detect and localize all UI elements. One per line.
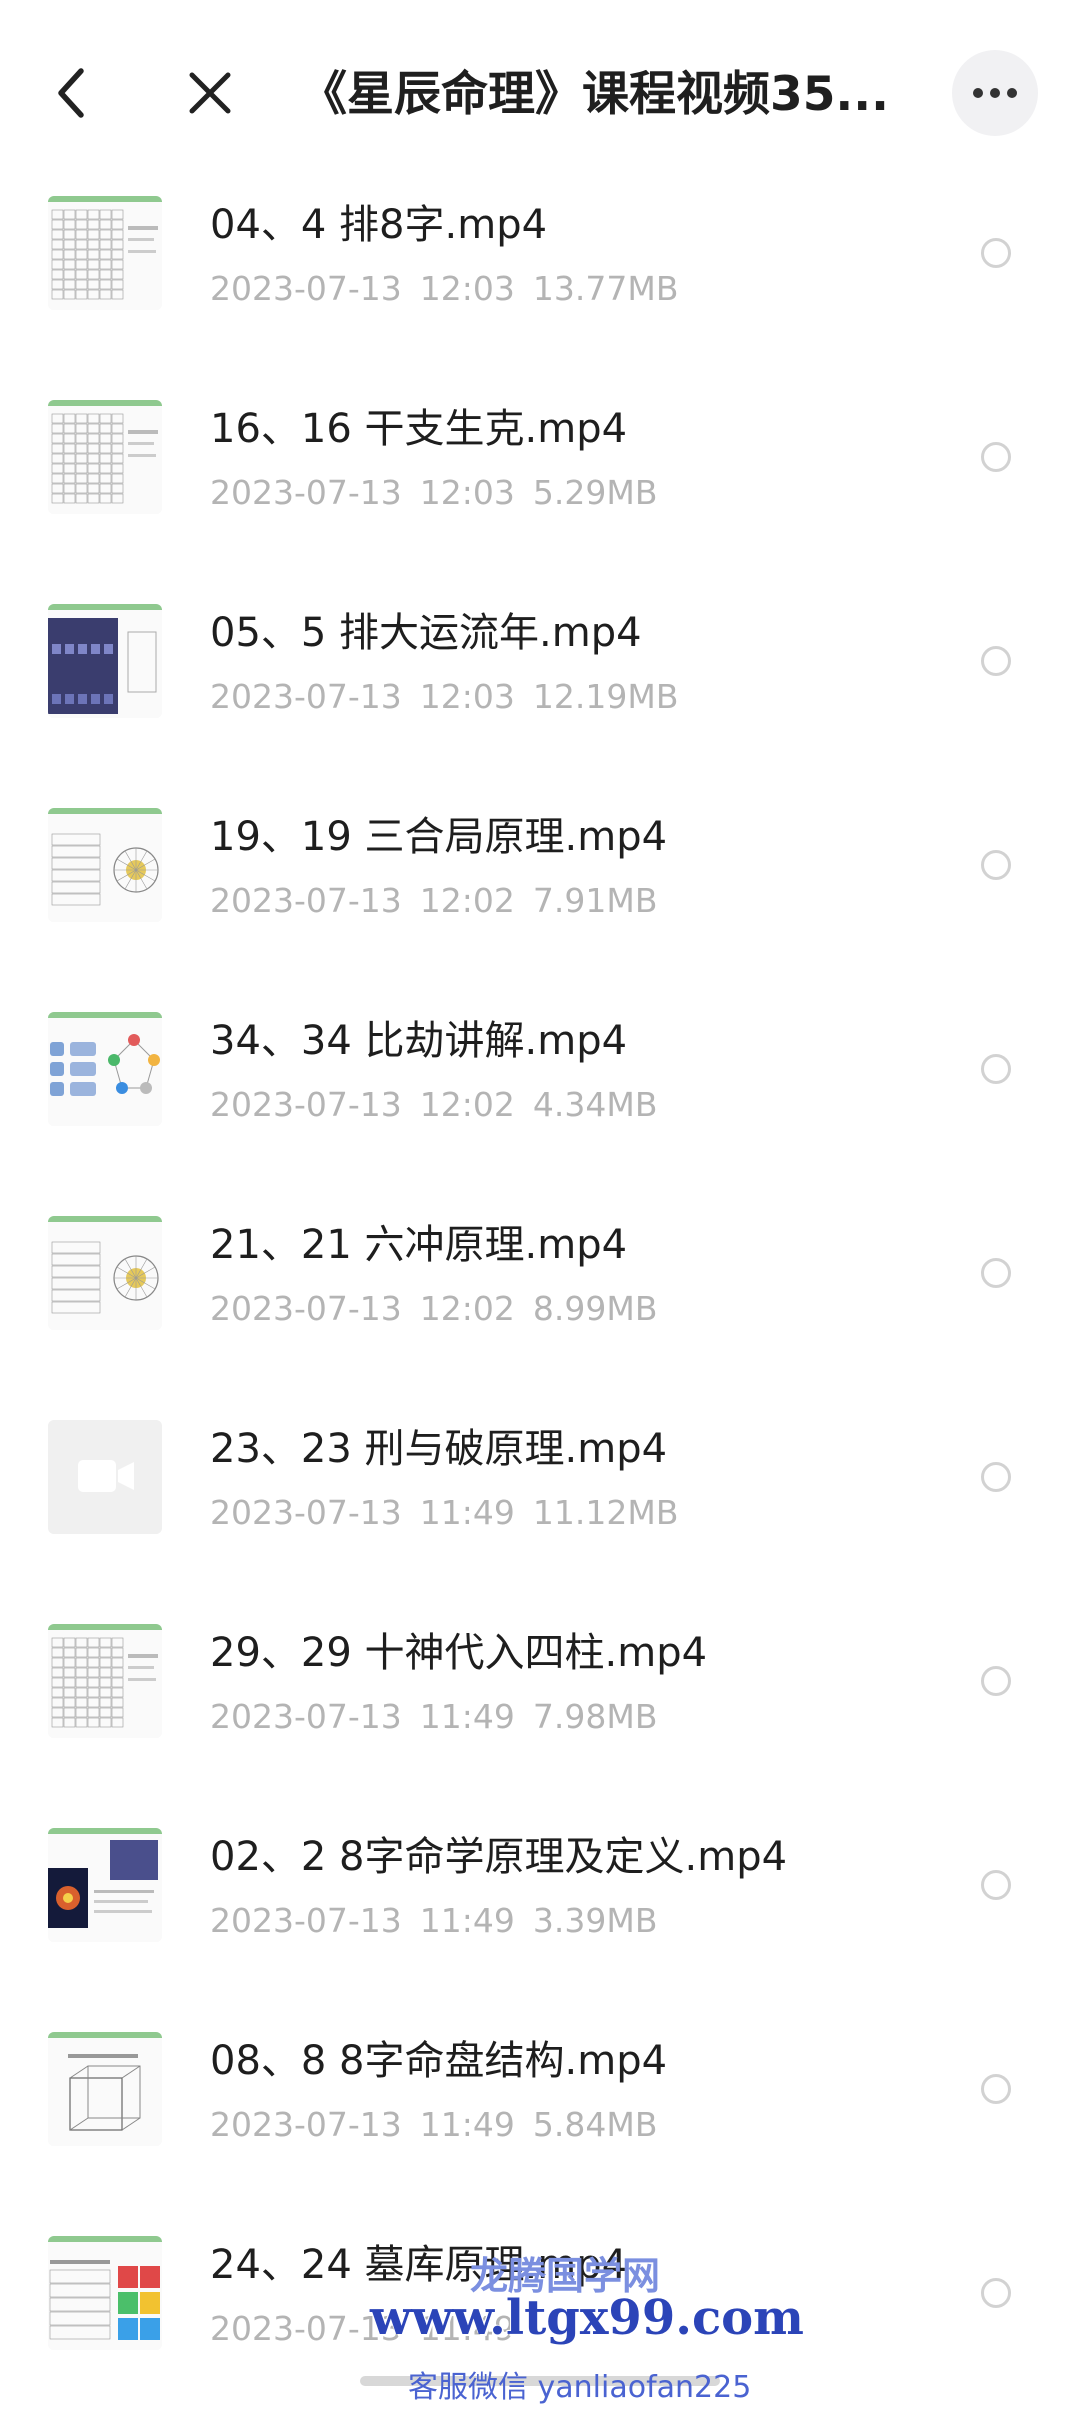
file-thumbnail xyxy=(48,808,162,922)
file-size: 5.84MB xyxy=(532,2105,658,2144)
chevron-left-icon xyxy=(51,65,91,125)
file-time: 11:49 xyxy=(419,2105,515,2144)
file-row[interactable]: 34、34 比劫讲解.mp4 2023-07-13 12:02 4.34MB xyxy=(0,996,1080,1200)
video-placeholder-icon xyxy=(48,1420,162,1534)
file-row[interactable]: 16、16 干支生克.mp4 2023-07-13 12:03 5.29MB xyxy=(0,384,1080,588)
file-name: 04、4 排8字.mp4 xyxy=(210,202,548,248)
select-radio[interactable] xyxy=(981,850,1011,880)
file-time: 12:02 xyxy=(419,1289,515,1328)
file-name: 34、34 比劫讲解.mp4 xyxy=(210,1018,628,1064)
select-radio[interactable] xyxy=(981,1258,1011,1288)
file-size: 8.99MB xyxy=(532,1289,658,1328)
file-size: 7.91MB xyxy=(532,881,658,920)
more-button[interactable] xyxy=(952,50,1038,136)
file-size: 7.98MB xyxy=(532,1697,658,1736)
close-icon xyxy=(187,70,233,120)
file-time: 12:03 xyxy=(419,473,515,512)
file-size: 12.19MB xyxy=(532,677,679,716)
file-row[interactable]: 08、8 8字命盘结构.mp4 2023-07-13 11:49 5.84MB xyxy=(0,2016,1080,2220)
file-meta: 2023-07-13 11:49 5.84MB xyxy=(210,2102,675,2148)
file-row[interactable]: 23、23 刑与破原理.mp4 2023-07-13 11:49 11.12MB xyxy=(0,1404,1080,1608)
file-name: 05、5 排大运流年.mp4 xyxy=(210,610,642,656)
file-time: 11:49 xyxy=(419,1697,515,1736)
top-bar: 《星辰命理》课程视频35... xyxy=(0,0,1080,180)
back-button[interactable] xyxy=(36,50,106,140)
file-date: 2023-07-13 xyxy=(210,1697,402,1736)
watermark-contact: 客服微信 yanliaofan225 xyxy=(408,2370,752,2405)
file-date: 2023-07-13 xyxy=(210,677,402,716)
file-row[interactable]: 04、4 排8字.mp4 2023-07-13 12:03 13.77MB xyxy=(0,180,1080,384)
file-row[interactable]: 19、19 三合局原理.mp4 2023-07-13 12:02 7.91MB xyxy=(0,792,1080,996)
file-meta: 2023-07-13 12:03 5.29MB xyxy=(210,470,675,516)
file-name: 02、2 8字命学原理及定义.mp4 xyxy=(210,1834,788,1880)
file-meta: 2023-07-13 11:49 11.12MB xyxy=(210,1490,696,1536)
file-thumbnail xyxy=(48,400,162,514)
file-date: 2023-07-13 xyxy=(210,881,402,920)
file-name: 19、19 三合局原理.mp4 xyxy=(210,814,668,860)
file-date: 2023-07-13 xyxy=(210,1289,402,1328)
file-row[interactable]: 29、29 十神代入四柱.mp4 2023-07-13 11:49 7.98MB xyxy=(0,1608,1080,1812)
file-thumbnail xyxy=(48,196,162,310)
file-thumbnail xyxy=(48,1012,162,1126)
select-radio[interactable] xyxy=(981,442,1011,472)
file-time: 12:02 xyxy=(419,881,515,920)
file-meta: 2023-07-13 12:03 13.77MB xyxy=(210,266,696,312)
file-meta: 2023-07-13 12:02 7.91MB xyxy=(210,878,675,924)
file-thumbnail xyxy=(48,2236,162,2350)
file-name: 08、8 8字命盘结构.mp4 xyxy=(210,2038,668,2084)
file-size: 5.29MB xyxy=(532,473,658,512)
file-thumbnail xyxy=(48,2032,162,2146)
file-thumbnail xyxy=(48,1828,162,1942)
more-horizontal-icon xyxy=(972,84,1018,103)
file-date: 2023-07-13 xyxy=(210,473,402,512)
select-radio[interactable] xyxy=(981,646,1011,676)
file-date: 2023-07-13 xyxy=(210,1085,402,1124)
file-meta: 2023-07-13 11:49 7.98MB xyxy=(210,1694,675,1740)
select-radio[interactable] xyxy=(981,238,1011,268)
file-name: 16、16 干支生克.mp4 xyxy=(210,406,628,452)
file-meta: 2023-07-13 12:03 12.19MB xyxy=(210,674,696,720)
file-name: 23、23 刑与破原理.mp4 xyxy=(210,1426,668,1472)
select-radio[interactable] xyxy=(981,2278,1011,2308)
select-radio[interactable] xyxy=(981,1666,1011,1696)
select-radio[interactable] xyxy=(981,2074,1011,2104)
file-row[interactable]: 02、2 8字命学原理及定义.mp4 2023-07-13 11:49 3.39MB xyxy=(0,1812,1080,2016)
file-time: 12:03 xyxy=(419,677,515,716)
file-list: 04、4 排8字.mp4 2023-07-13 12:03 13.77MB 16、16 … xyxy=(0,180,1080,2414)
file-size: 3.39MB xyxy=(532,1901,658,1940)
file-date: 2023-07-13 xyxy=(210,2105,402,2144)
file-name: 21、21 六冲原理.mp4 xyxy=(210,1222,628,1268)
file-date: 2023-07-13 xyxy=(210,1493,402,1532)
select-radio[interactable] xyxy=(981,1054,1011,1084)
watermark-url: www.ltgx99.com xyxy=(370,2290,804,2346)
file-thumbnail xyxy=(48,604,162,718)
file-thumbnail xyxy=(48,1216,162,1330)
file-meta: 2023-07-13 12:02 4.34MB xyxy=(210,1082,675,1128)
file-meta: 2023-07-13 12:02 8.99MB xyxy=(210,1286,675,1332)
file-time: 12:03 xyxy=(419,269,515,308)
file-name: 29、29 十神代入四柱.mp4 xyxy=(210,1630,708,1676)
file-list-screen: 《星辰命理》课程视频35... 04、4 排8字.mp4 2023-07-13 12… xyxy=(0,0,1080,2414)
file-meta: 2023-07-13 11:49 3.39MB xyxy=(210,1898,675,1944)
file-date: 2023-07-13 xyxy=(210,1901,402,1940)
select-radio[interactable] xyxy=(981,1870,1011,1900)
file-size: 4.34MB xyxy=(532,1085,658,1124)
file-size: 13.77MB xyxy=(532,269,679,308)
file-time: 11:49 xyxy=(419,1493,515,1532)
file-thumbnail xyxy=(48,1624,162,1738)
file-row[interactable]: 05、5 排大运流年.mp4 2023-07-13 12:03 12.19MB xyxy=(0,588,1080,792)
select-radio[interactable] xyxy=(981,1462,1011,1492)
file-time: 12:02 xyxy=(419,1085,515,1124)
page-title: 《星辰命理》课程视频35... xyxy=(300,67,889,122)
close-button[interactable] xyxy=(170,50,250,140)
file-row[interactable]: 21、21 六冲原理.mp4 2023-07-13 12:02 8.99MB xyxy=(0,1200,1080,1404)
file-date: 2023-07-13 xyxy=(210,269,402,308)
file-size: 11.12MB xyxy=(532,1493,679,1532)
file-time: 11:49 xyxy=(419,1901,515,1940)
